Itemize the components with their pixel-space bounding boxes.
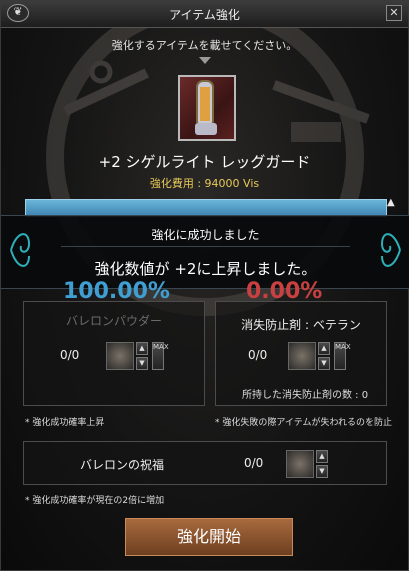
valeron-powder-up-button[interactable]: ▲ (136, 342, 148, 355)
blessing-count: 0/0 (244, 456, 264, 470)
result-banner: 強化に成功しました 強化数値が +2に上昇しました。 (1, 215, 409, 289)
blessing-slot-icon[interactable] (286, 450, 314, 478)
blessing-down-button[interactable]: ▼ (316, 465, 328, 478)
protection-up-button[interactable]: ▲ (318, 342, 330, 355)
blessing-name: バレロンの祝福 (80, 458, 165, 472)
close-icon[interactable]: ✕ (386, 5, 402, 21)
valeron-powder-count: 0/0 (60, 348, 80, 362)
protection-slot-icon[interactable] (288, 342, 316, 370)
blessing-up-button[interactable]: ▲ (316, 450, 328, 463)
title-bar[interactable]: ❦ アイテム強化 ✕ (1, 1, 408, 28)
start-enhance-button[interactable]: 強化開始 (125, 518, 293, 556)
enhance-cost: 強化費用 : 94000 Vis (149, 177, 260, 190)
result-message: 強化数値が +2に上昇しました。 (94, 260, 317, 278)
protection-name: 消失防止剤 : ベテラン (241, 318, 361, 332)
valeron-powder-panel: バレロンパウダー 0/0 ▲ ▼ MAX (23, 301, 205, 406)
result-divider (61, 246, 350, 247)
blessing-panel: バレロンの祝福 0/0 ▲ ▼ (23, 441, 387, 485)
item-enhance-window: ❦ アイテム強化 ✕ 強化するアイテムを載せてください。 +2 シゲルライト レ… (0, 0, 409, 571)
protection-note: * 強化失敗の際アイテムが失われるのを防止 (215, 418, 393, 428)
window-title: アイテム強化 (169, 8, 240, 22)
protection-down-button[interactable]: ▼ (318, 357, 330, 370)
valeron-powder-name: バレロンパウダー (65, 314, 162, 328)
blessing-note: * 強化成功確率が現在の2倍に増加 (25, 496, 165, 506)
protection-panel: 消失防止剤 : ベテラン 0/0 ▲ ▼ MAX 所持した消失防止剤の数 : 0 (215, 301, 387, 406)
progress-end-icon: ▲ (387, 197, 395, 208)
result-title: 強化に成功しました (151, 228, 260, 242)
valeron-powder-down-button[interactable]: ▼ (136, 357, 148, 370)
valeron-powder-slot-icon[interactable] (106, 342, 134, 370)
valeron-powder-note: * 強化成功確率上昇 (25, 418, 105, 428)
protection-owned: 所持した消失防止剤の数 : 0 (242, 390, 369, 401)
item-name: +2 シゲルライト レッグガード (98, 153, 311, 171)
protection-max-button[interactable]: MAX (334, 342, 351, 370)
item-slot[interactable] (178, 75, 236, 141)
arrow-down-icon (199, 57, 211, 64)
protection-count: 0/0 (248, 348, 268, 362)
leg-guard-icon (195, 80, 217, 135)
valeron-powder-max-button[interactable]: MAX (152, 342, 169, 370)
ornament-right-icon (380, 233, 401, 267)
instruction-text: 強化するアイテムを載せてください。 (111, 39, 298, 52)
